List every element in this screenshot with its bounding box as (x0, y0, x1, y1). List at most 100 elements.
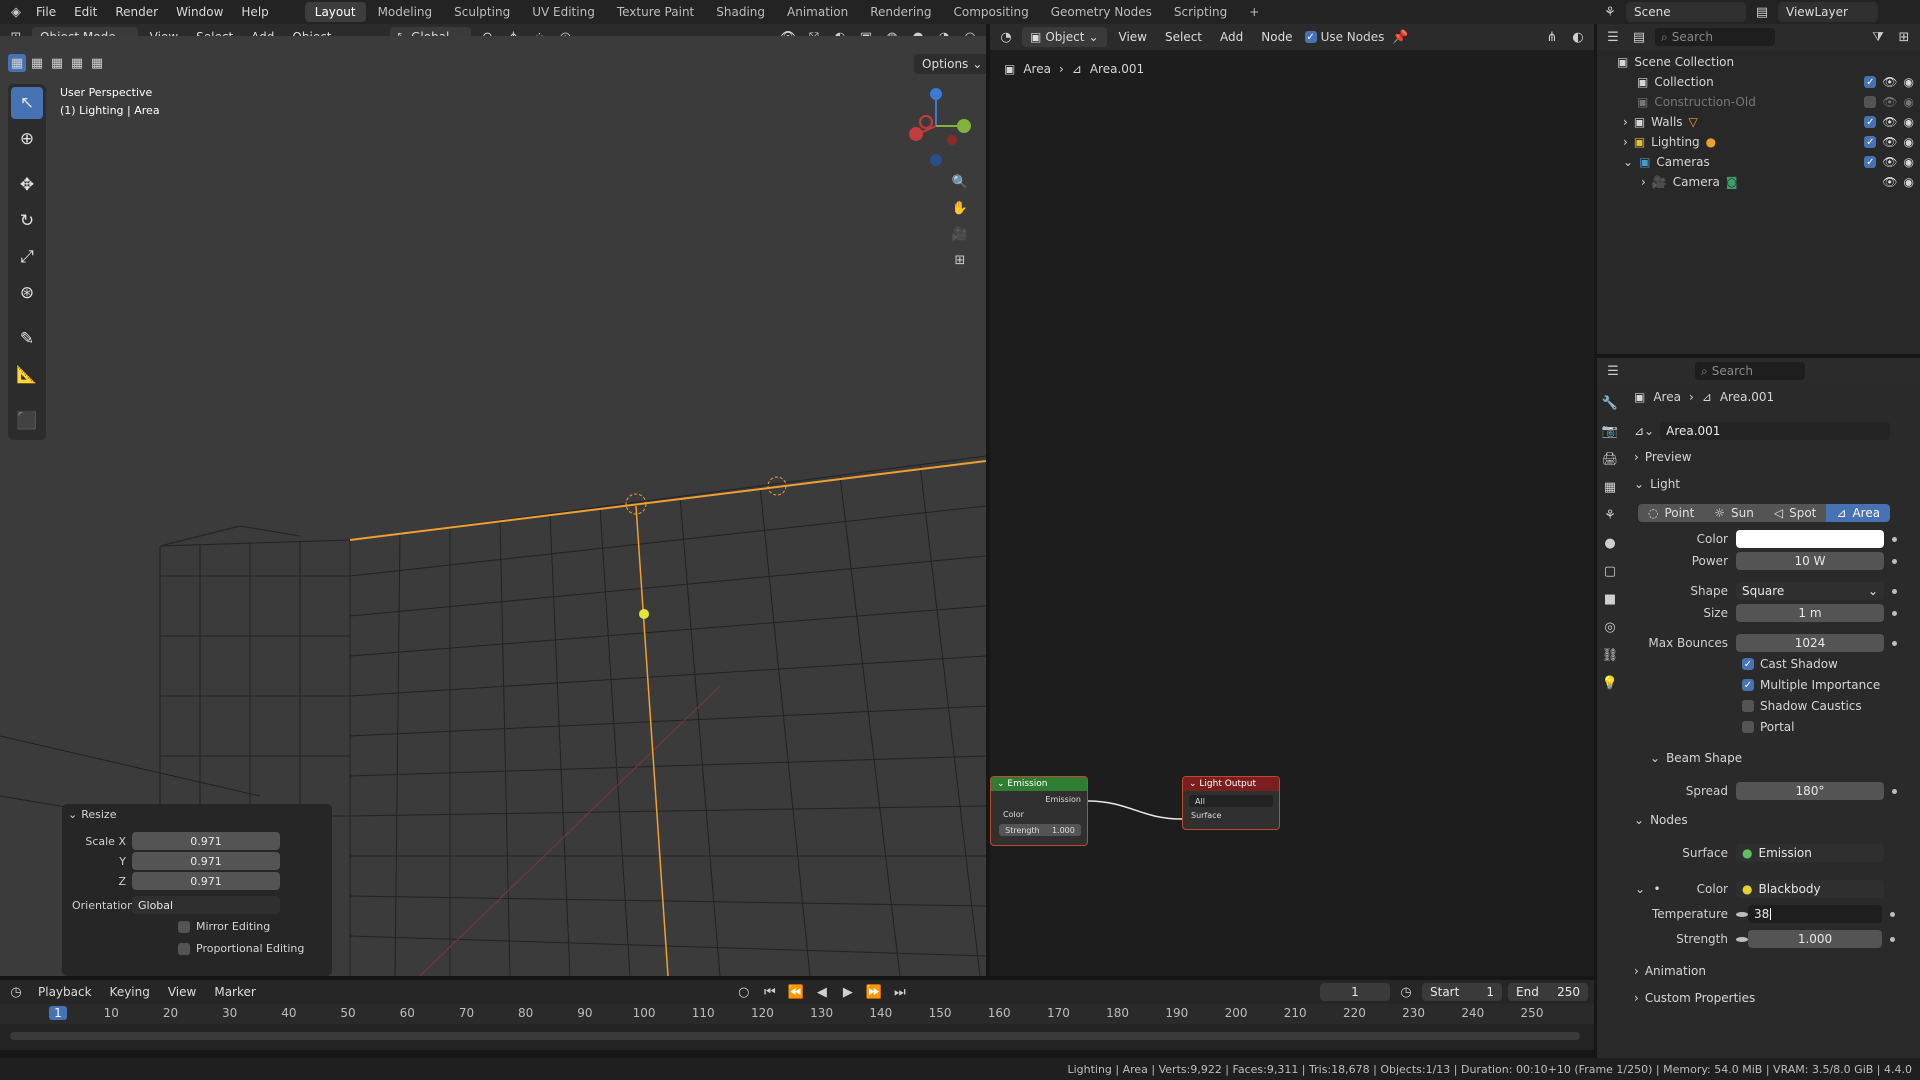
node-editor[interactable]: ▣ Area › ⊿ Area.001 ⌄ Emission Emission … (990, 50, 1594, 976)
eye-icon[interactable]: 👁 (1882, 135, 1897, 149)
scale-z-field[interactable]: 0.971 (132, 872, 280, 890)
eye-icon[interactable]: 👁 (1882, 115, 1897, 129)
light-data-tab-icon[interactable]: 💡 (1599, 672, 1621, 694)
exclude-checkbox[interactable] (1864, 96, 1877, 108)
exclude-checkbox[interactable]: ✓ (1864, 116, 1877, 128)
light-type-area[interactable]: ⊿ Area (1826, 504, 1891, 522)
options-dropdown[interactable]: Options ⌄ (914, 54, 986, 74)
outliner-row-cameras[interactable]: ⌄ ▣ Cameras ✓ 👁 ◉ (1597, 152, 1920, 172)
display-mode-icon[interactable]: ▤ (1629, 27, 1649, 47)
node-menu-view[interactable]: View (1113, 30, 1153, 44)
menu-window[interactable]: Window (168, 0, 231, 24)
menu-help[interactable]: Help (233, 0, 276, 24)
keyframe-dot-icon[interactable] (1892, 640, 1897, 646)
outliner-search[interactable]: ⌕ Search (1655, 28, 1775, 46)
light-output-node-header[interactable]: ⌄ Light Output (1183, 777, 1279, 791)
light-type-sun[interactable]: ☼ Sun (1704, 504, 1764, 522)
orientation-field[interactable]: Global (132, 896, 280, 914)
portal-checkbox[interactable] (1742, 721, 1754, 733)
timeline-editor-icon[interactable]: ◷ (6, 982, 26, 1002)
camera-view-icon[interactable]: 🎥 (950, 224, 970, 244)
outliner-row-construction-old[interactable]: ▣ Construction-Old 👁 ◉ (1597, 92, 1920, 112)
filter-icon[interactable]: ⧩ (1868, 27, 1888, 47)
proportional-editing-checkbox[interactable] (178, 942, 190, 955)
add-workspace-button[interactable]: + (1239, 2, 1269, 22)
timeline-menu-marker[interactable]: Marker (208, 985, 261, 999)
tab-sculpting[interactable]: Sculpting (444, 2, 520, 22)
light-output-node[interactable]: ⌄ Light Output All Surface (1182, 776, 1280, 830)
temperature-input[interactable]: 38 (1748, 905, 1882, 923)
surface-shader-field[interactable]: ● Emission (1736, 844, 1884, 862)
outliner-row-scene-collection[interactable]: ▣ Scene Collection (1597, 52, 1920, 72)
scene-tab-icon[interactable]: ⚘ (1599, 504, 1621, 526)
timeline-menu-keying[interactable]: Keying (104, 985, 156, 999)
keyframe-dot-icon[interactable] (1892, 588, 1897, 594)
camera-render-icon[interactable]: ◉ (1904, 75, 1914, 89)
select-intersect-icon[interactable]: ▦ (88, 54, 106, 72)
view-layer-field[interactable]: ViewLayer (1778, 2, 1878, 22)
camera-render-icon[interactable]: ◉ (1904, 155, 1914, 169)
constraints-tab-icon[interactable]: ⛓ (1599, 644, 1621, 666)
menu-edit[interactable]: Edit (66, 0, 105, 24)
pin-icon[interactable]: 📌 (1390, 27, 1410, 47)
select-extend-icon[interactable]: ▦ (28, 54, 46, 72)
prev-keyframe-icon[interactable]: ⏪ (786, 982, 806, 1002)
properties-type-icon[interactable]: ☰ (1603, 361, 1623, 381)
props-breadcrumb-object[interactable]: Area (1653, 390, 1681, 404)
eye-icon[interactable]: 👁 (1882, 175, 1897, 189)
auto-key-icon[interactable]: ○ (734, 982, 754, 1002)
node-menu-select[interactable]: Select (1159, 30, 1208, 44)
node-editor-type-icon[interactable]: ◔ (996, 27, 1016, 47)
eye-icon[interactable]: 👁 (1882, 75, 1897, 89)
select-subtract-icon[interactable]: ▦ (48, 54, 66, 72)
blender-logo-icon[interactable]: ◈ (6, 2, 26, 22)
eye-icon[interactable]: 👁 (1882, 95, 1897, 109)
exclude-checkbox[interactable]: ✓ (1864, 156, 1877, 168)
custom-properties-panel-header[interactable]: › Custom Properties (1634, 991, 1755, 1005)
scene-field[interactable]: Scene (1626, 2, 1746, 22)
tab-shading[interactable]: Shading (706, 2, 775, 22)
exclude-checkbox[interactable]: ✓ (1864, 136, 1877, 148)
chevron-right-icon[interactable]: › (1641, 175, 1646, 189)
pan-hand-icon[interactable]: ✋ (950, 198, 970, 218)
preview-panel-header[interactable]: › Preview (1634, 450, 1692, 464)
emission-strength-field[interactable]: Strength 1.000 (999, 824, 1081, 836)
outliner-row-lighting[interactable]: › ▣ Lighting ● ✓ 👁 ◉ (1597, 132, 1920, 152)
use-nodes-toggle[interactable]: ✓ Use Nodes (1304, 30, 1384, 44)
exclude-checkbox[interactable]: ✓ (1864, 76, 1877, 88)
camera-render-icon[interactable]: ◉ (1904, 115, 1914, 129)
tab-texture-paint[interactable]: Texture Paint (607, 2, 704, 22)
timeline-menu-playback[interactable]: Playback (32, 985, 98, 999)
output-tab-icon[interactable]: 🖨 (1599, 448, 1621, 470)
current-frame-marker[interactable]: 1 (49, 1006, 67, 1020)
chevron-right-icon[interactable]: › (1623, 135, 1628, 149)
cast-shadow-checkbox[interactable]: ✓ (1742, 658, 1754, 670)
view-layer-icon[interactable]: ▤ (1752, 2, 1772, 22)
light-panel-header[interactable]: ⌄ Light (1634, 477, 1680, 491)
camera-render-icon[interactable]: ◉ (1904, 135, 1914, 149)
scene-icon[interactable]: ⚘ (1600, 2, 1620, 22)
outliner-row-camera[interactable]: › 🎥 Camera ◙ 👁 ◉ (1597, 172, 1920, 192)
resize-panel-header[interactable]: ⌄ Resize (62, 804, 332, 824)
transform-tool-icon[interactable]: ⊛ (11, 277, 43, 309)
next-keyframe-icon[interactable]: ⏩ (864, 982, 884, 1002)
nodes-panel-header[interactable]: ⌄ Nodes (1634, 813, 1688, 827)
tab-scripting[interactable]: Scripting (1164, 2, 1237, 22)
current-frame-field[interactable]: 1 (1320, 983, 1390, 1001)
shadow-caustics-checkbox[interactable] (1742, 700, 1754, 712)
node-menu-add[interactable]: Add (1214, 30, 1249, 44)
light-output-surface-socket[interactable]: Surface (1183, 811, 1279, 820)
world-tab-icon[interactable]: ● (1599, 532, 1621, 554)
node-menu-node[interactable]: Node (1255, 30, 1298, 44)
tab-geometry-nodes[interactable]: Geometry Nodes (1041, 2, 1162, 22)
eye-icon[interactable]: 👁 (1882, 155, 1897, 169)
camera-render-icon[interactable]: ◉ (1904, 175, 1914, 189)
shadow-caustics-row[interactable]: Shadow Caustics (1742, 699, 1862, 713)
keyframe-dot-icon[interactable] (1892, 788, 1897, 794)
max-bounces-field[interactable]: 1024 (1736, 634, 1884, 652)
light-type-point[interactable]: ◌ Point (1638, 504, 1705, 522)
multiple-importance-checkbox[interactable]: ✓ (1742, 679, 1754, 691)
node-overlay-icon[interactable]: ◐ (1568, 27, 1588, 47)
end-frame-field[interactable]: End 250 (1508, 983, 1588, 1001)
outliner-type-icon[interactable]: ☰ (1603, 27, 1623, 47)
